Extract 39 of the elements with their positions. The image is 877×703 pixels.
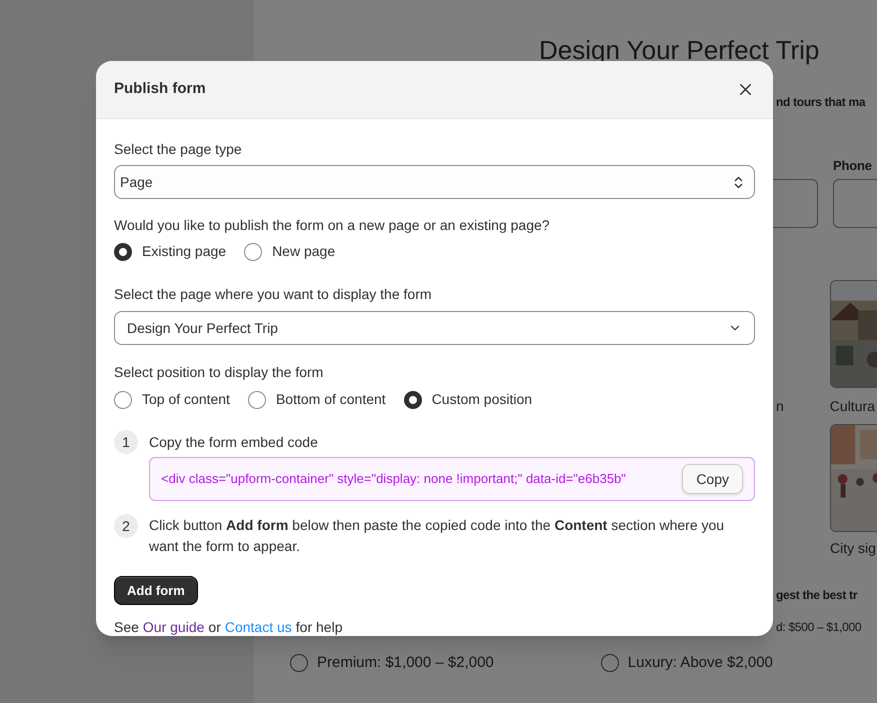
radio-button[interactable]	[114, 242, 132, 260]
step-text: Click button Add form below then paste the copied code into the Content section where you want the form to appear.	[149, 516, 726, 556]
option-label: Luxury: Above $2,000	[628, 652, 773, 672]
page-type-select[interactable]: Page	[114, 165, 755, 199]
radio-label: Custom position	[432, 390, 532, 409]
step-number: 1	[114, 430, 138, 454]
radio-button[interactable]	[404, 390, 422, 408]
help-link[interactable]: Our guide	[142, 617, 204, 636]
radio-label: Bottom of content	[276, 390, 386, 409]
radio-label: Top of content	[142, 390, 230, 409]
radio-label: Existing page	[142, 242, 226, 261]
radio-button[interactable]	[244, 242, 262, 260]
page-subtitle: nd tours that ma	[776, 94, 867, 111]
image-caption: Cultura	[830, 396, 875, 416]
question-label: gest the best tr	[776, 586, 858, 604]
field-label: Select the page type	[114, 140, 243, 159]
add-form-button[interactable]: Add form	[114, 576, 198, 605]
target-page-select[interactable]: Design Your Perfect Trip	[114, 311, 755, 345]
step-text: Copy the form embed code	[149, 433, 319, 452]
page-title: Design Your Perfect Trip	[539, 34, 820, 67]
input-field[interactable]	[833, 178, 877, 228]
embed-code-field[interactable]: <div class="upform-container" style="display: none !important;" data-id="e6b35b" Copy	[149, 457, 755, 501]
image-caption: n	[776, 396, 784, 416]
field-label: Phone	[833, 157, 873, 175]
radio-button[interactable]	[114, 390, 132, 408]
field-label: Would you like to publish the form on a new page or an existing page?	[114, 216, 551, 235]
radio-label: New page	[272, 242, 336, 261]
step-number: 2	[114, 514, 138, 538]
dialog-title: Publish form	[114, 79, 206, 100]
radio-button[interactable]	[248, 390, 266, 408]
field-label: Select the page where you want to display the form	[114, 285, 433, 304]
help-text: See Our guide or Contact us for help	[114, 617, 344, 636]
option-label: d: $500 – $1,000	[776, 618, 862, 636]
radio-button[interactable]	[290, 654, 308, 672]
radio-button[interactable]	[600, 654, 619, 672]
field-label: Select position to display the form	[114, 363, 324, 382]
option-label: Premium: $1,000 – $2,000	[317, 652, 494, 672]
copy-button[interactable]: Copy	[682, 464, 743, 494]
image-caption: City sig	[830, 538, 877, 558]
